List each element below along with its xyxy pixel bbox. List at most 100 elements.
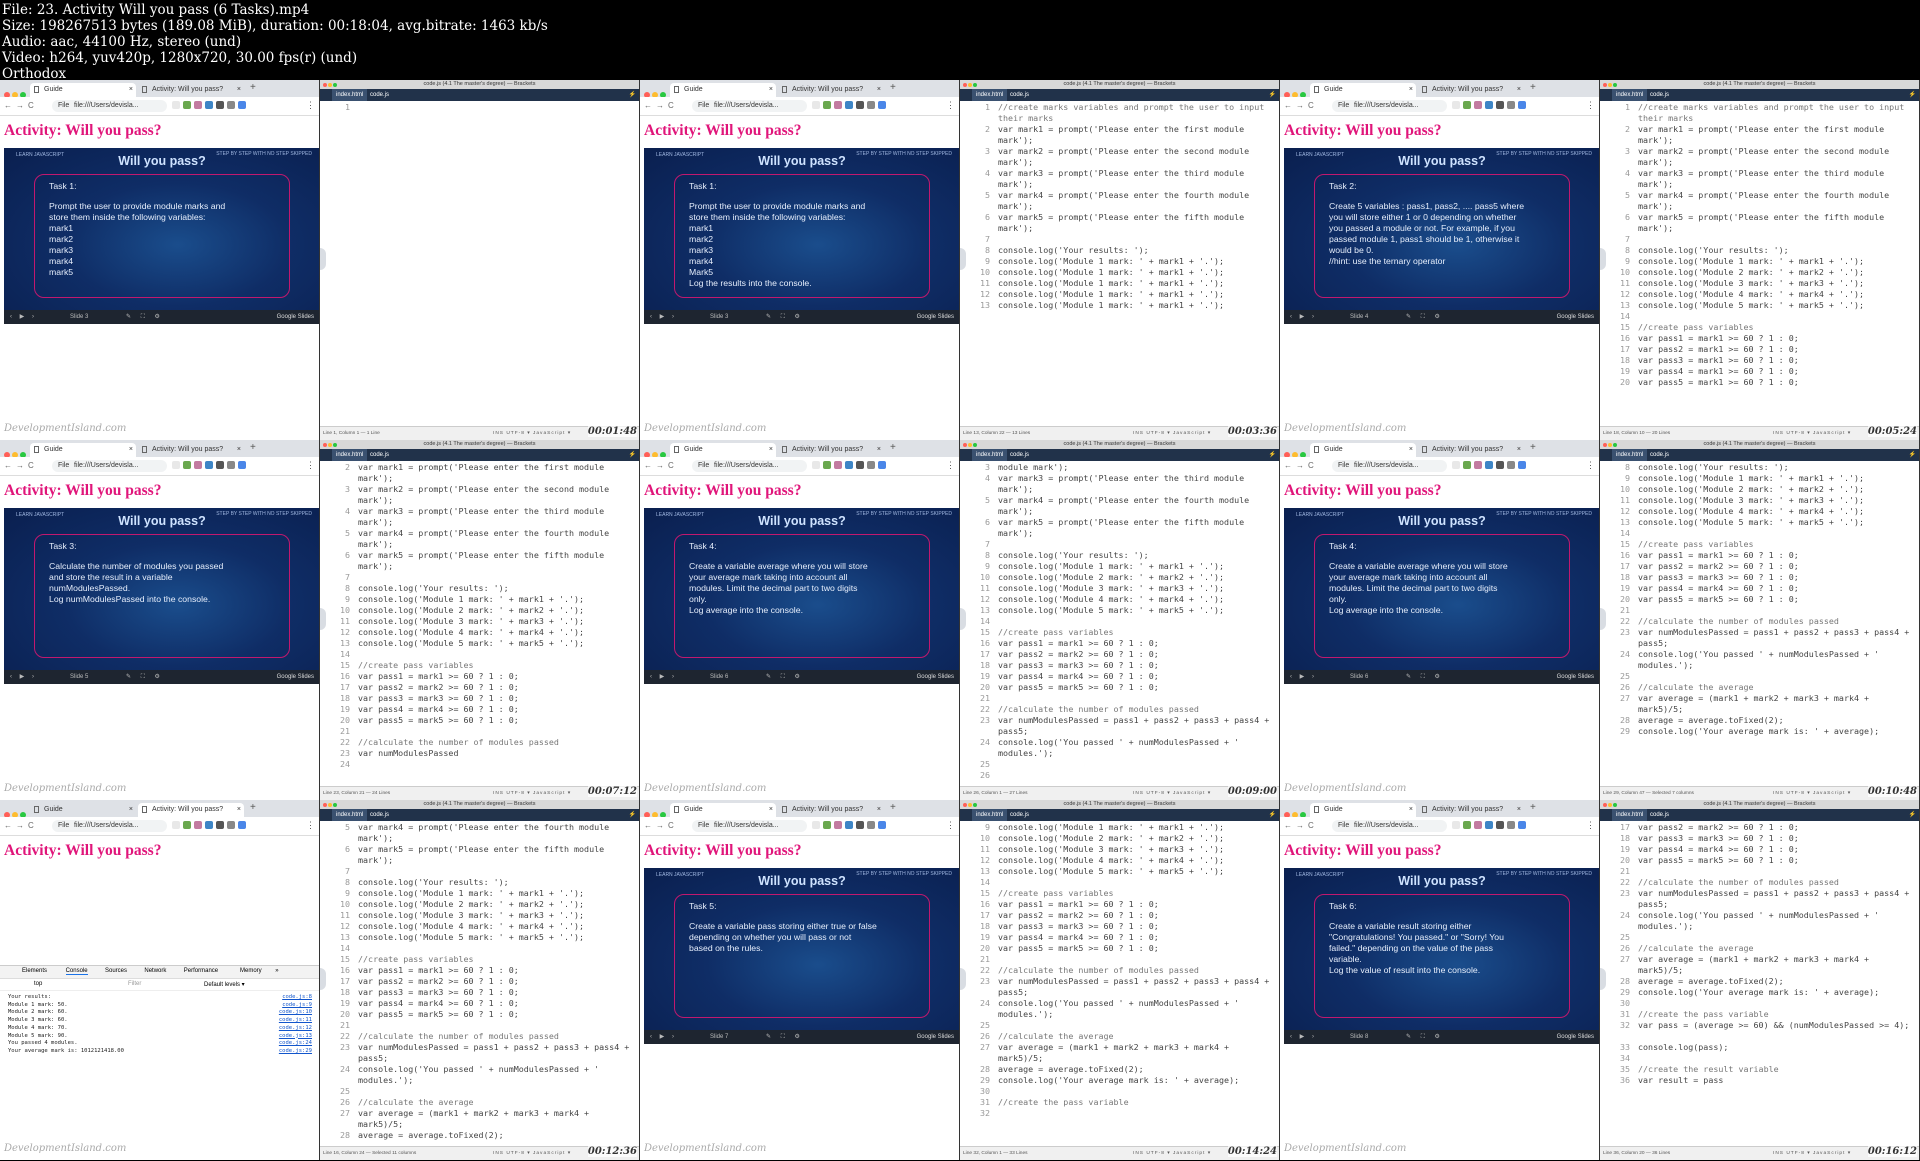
kebab-menu-icon[interactable]: ⋮ xyxy=(306,100,315,111)
code-area[interactable]: 1 //create marks variables and prompt the… xyxy=(960,102,1279,424)
panel-toggle-handle[interactable] xyxy=(320,248,326,270)
new-tab-icon[interactable]: + xyxy=(890,802,896,813)
tab-index-html[interactable]: index.html xyxy=(1612,809,1648,821)
window-control-icon[interactable] xyxy=(973,443,977,447)
extension-icon[interactable] xyxy=(1485,461,1493,469)
extension-icon[interactable] xyxy=(1507,101,1515,109)
window-control-icon[interactable] xyxy=(1603,443,1607,447)
tab-index-html[interactable]: index.html xyxy=(332,89,368,101)
extension-icon[interactable] xyxy=(1485,821,1493,829)
devtools-tab[interactable]: Elements xyxy=(22,968,47,974)
panel-toggle-handle[interactable] xyxy=(1600,608,1606,630)
window-control-icon[interactable] xyxy=(333,443,337,447)
extension-icon[interactable] xyxy=(845,461,853,469)
extension-icon[interactable] xyxy=(172,461,180,469)
slide-number-select[interactable]: Slide 6 xyxy=(710,670,728,684)
extension-icon[interactable] xyxy=(878,101,886,109)
close-icon[interactable]: × xyxy=(1517,83,1521,97)
code-area[interactable]: 2 var mark1 = prompt('Please enter the fi… xyxy=(320,462,639,784)
close-icon[interactable]: × xyxy=(237,443,241,457)
tab-guide[interactable]: Guide × xyxy=(670,803,776,817)
tab-activity[interactable]: Activity: Will you pass? × xyxy=(138,803,244,817)
close-icon[interactable]: × xyxy=(877,83,881,97)
window-control-icon[interactable] xyxy=(328,83,332,87)
code-area[interactable]: 9 console.log('Module 1 mark: ' + mark1 +… xyxy=(960,822,1279,1144)
extension-icon[interactable] xyxy=(1518,461,1526,469)
extension-icon[interactable] xyxy=(238,821,246,829)
window-control-icon[interactable] xyxy=(968,443,972,447)
slide-number-select[interactable]: Slide 6 xyxy=(1350,670,1368,684)
tab-guide[interactable]: Guide × xyxy=(30,83,136,97)
slide-number-select[interactable]: Slide 4 xyxy=(1350,310,1368,324)
window-control-icon[interactable] xyxy=(1608,803,1612,807)
close-icon[interactable]: × xyxy=(769,803,773,817)
window-control-icon[interactable] xyxy=(1608,83,1612,87)
slide-tool-icons[interactable]: ✎ ⛶ ⚙ xyxy=(126,310,164,324)
extension-icon[interactable] xyxy=(856,101,864,109)
window-control-icon[interactable] xyxy=(323,443,327,447)
log-source-link[interactable]: code.js:29 xyxy=(279,1048,312,1056)
slide-embed[interactable]: LEARN JAVASCRIPT STEP BY STEP WITH NO STE… xyxy=(4,148,319,324)
code-area[interactable]: 8 console.log('Your results: '); 9 console.… xyxy=(1600,462,1919,784)
extension-icon[interactable] xyxy=(856,821,864,829)
slide-embed[interactable]: LEARN JAVASCRIPT STEP BY STEP WITH NO STE… xyxy=(644,148,959,324)
slide-embed[interactable]: LEARN JAVASCRIPT STEP BY STEP WITH NO STE… xyxy=(1284,508,1599,684)
new-tab-icon[interactable]: + xyxy=(890,442,896,453)
url-field[interactable]: File file:///Users/devisla... xyxy=(692,100,807,112)
tab-guide[interactable]: Guide × xyxy=(30,443,136,457)
close-icon[interactable]: × xyxy=(769,443,773,457)
window-control-icon[interactable] xyxy=(1608,443,1612,447)
tab-code-js[interactable]: code.js xyxy=(1650,809,1669,821)
close-icon[interactable]: × xyxy=(1409,803,1413,817)
extension-icon[interactable] xyxy=(1463,821,1471,829)
slide-embed[interactable]: LEARN JAVASCRIPT STEP BY STEP WITH NO STE… xyxy=(1284,868,1599,1044)
navigation-icons[interactable]: ←→C xyxy=(644,461,678,470)
slide-embed[interactable]: LEARN JAVASCRIPT STEP BY STEP WITH NO STE… xyxy=(4,508,319,684)
panel-toggle-handle[interactable] xyxy=(960,968,966,990)
close-icon[interactable]: × xyxy=(1517,443,1521,457)
extension-icon[interactable] xyxy=(205,101,213,109)
extension-icon[interactable] xyxy=(238,461,246,469)
devtools-tab[interactable]: Sources xyxy=(105,968,127,974)
window-control-icon[interactable] xyxy=(1613,83,1617,87)
kebab-menu-icon[interactable]: ⋮ xyxy=(1586,100,1595,111)
navigation-icons[interactable]: ←→C xyxy=(1284,101,1318,110)
url-field[interactable]: File file:///Users/devisla... xyxy=(52,820,167,832)
live-preview-icon[interactable]: ⚡ xyxy=(1909,809,1916,821)
slide-tool-icons[interactable]: ✎ ⛶ ⚙ xyxy=(766,1030,804,1044)
tab-index-html[interactable]: index.html xyxy=(332,449,368,461)
kebab-menu-icon[interactable]: ⋮ xyxy=(306,820,315,831)
window-control-icon[interactable] xyxy=(328,443,332,447)
tab-index-html[interactable]: index.html xyxy=(972,449,1008,461)
extension-icon[interactable] xyxy=(205,461,213,469)
playback-icons[interactable]: ‹ ▶ › xyxy=(650,310,677,324)
code-area[interactable]: 3 module mark'); 4 var mark3 = prompt('Plea… xyxy=(960,462,1279,784)
slide-number-select[interactable]: Slide 8 xyxy=(1350,1030,1368,1044)
devtools-tab[interactable]: Network xyxy=(144,968,166,974)
kebab-menu-icon[interactable]: ⋮ xyxy=(946,100,955,111)
extension-icon[interactable] xyxy=(183,461,191,469)
close-icon[interactable]: × xyxy=(1517,803,1521,817)
log-levels-select[interactable]: Default levels ▾ xyxy=(204,981,245,988)
extension-icon[interactable] xyxy=(834,821,842,829)
navigation-icons[interactable]: ←→C xyxy=(4,461,38,470)
extension-icon[interactable] xyxy=(227,101,235,109)
context-select[interactable]: top xyxy=(34,981,42,987)
window-control-icon[interactable] xyxy=(333,803,337,807)
extension-icon[interactable] xyxy=(878,461,886,469)
slide-tool-icons[interactable]: ✎ ⛶ ⚙ xyxy=(1406,1030,1444,1044)
tab-code-js[interactable]: code.js xyxy=(370,809,389,821)
code-area[interactable]: 17 var pass2 = mark2 >= 60 ? 1 : 0; 18 var … xyxy=(1600,822,1919,1144)
new-tab-icon[interactable]: + xyxy=(1530,442,1536,453)
extension-icon[interactable] xyxy=(1463,101,1471,109)
extension-icon[interactable] xyxy=(1463,461,1471,469)
panel-toggle-handle[interactable] xyxy=(1600,248,1606,270)
close-icon[interactable]: × xyxy=(877,803,881,817)
window-control-icon[interactable] xyxy=(968,803,972,807)
slide-number-select[interactable]: Slide 3 xyxy=(70,310,88,324)
extension-icon[interactable] xyxy=(183,821,191,829)
slide-embed[interactable]: LEARN JAVASCRIPT STEP BY STEP WITH NO STE… xyxy=(644,508,959,684)
kebab-menu-icon[interactable]: ⋮ xyxy=(1586,460,1595,471)
kebab-menu-icon[interactable]: ⋮ xyxy=(946,460,955,471)
slide-number-select[interactable]: Slide 5 xyxy=(70,670,88,684)
